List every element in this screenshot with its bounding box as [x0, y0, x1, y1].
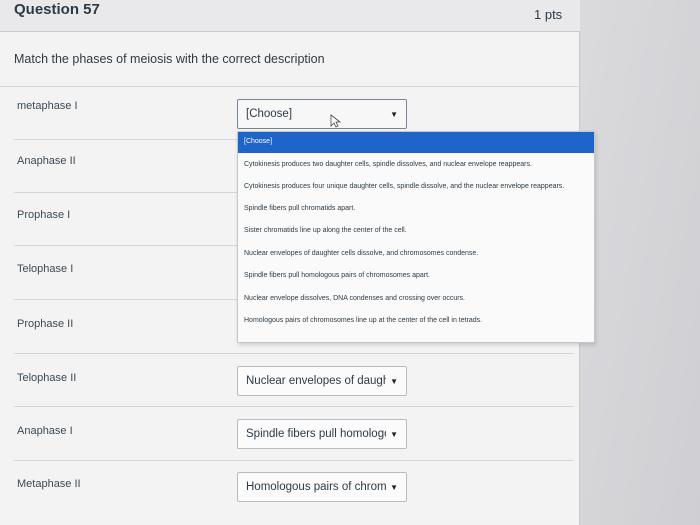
- question-title: Question 57: [14, 1, 100, 18]
- dropdown-option[interactable]: Homologous pairs of chromosomes line up …: [244, 317, 482, 324]
- row-label-metaphase-2: Metaphase II: [17, 478, 81, 490]
- row-label-anaphase-1: Anaphase I: [17, 425, 73, 437]
- select-anaphase-1[interactable]: Spindle fibers pull homologou ▼: [237, 419, 407, 449]
- dropdown-option[interactable]: Spindle fibers pull chromatids apart.: [244, 205, 355, 212]
- dropdown-option[interactable]: Cytokinesis produces two daughter cells,…: [244, 161, 532, 168]
- triangle-down-icon: ▼: [390, 110, 398, 119]
- triangle-down-icon: ▼: [390, 483, 398, 492]
- question-header: Question 57 1 pts: [0, 0, 580, 32]
- row-label-prophase-2: Prophase II: [17, 318, 74, 330]
- dropdown-option[interactable]: Nuclear envelopes of daughter cells diss…: [244, 250, 478, 257]
- row-label-anaphase-2: Anaphase II: [17, 155, 76, 167]
- dropdown-option[interactable]: Cytokinesis produces four unique daughte…: [244, 183, 564, 190]
- mouse-pointer-icon: [330, 114, 342, 128]
- row-label-prophase-1: Prophase I: [17, 209, 71, 221]
- row-label-metaphase-1: metaphase I: [17, 100, 78, 112]
- select-value: Nuclear envelopes of daughte: [246, 375, 386, 387]
- row-label-telophase-2: Telophase II: [17, 372, 77, 384]
- dropdown-option[interactable]: Sister chromatids line up along the cent…: [244, 227, 407, 234]
- select-telophase-2[interactable]: Nuclear envelopes of daughte ▼: [237, 366, 407, 396]
- triangle-down-icon: ▼: [390, 430, 398, 439]
- select-value: [Choose]: [246, 108, 293, 120]
- divider: [0, 86, 580, 87]
- triangle-down-icon: ▼: [390, 377, 398, 386]
- dropdown-option[interactable]: Spindle fibers pull homologous pairs of …: [244, 272, 430, 279]
- select-metaphase-2[interactable]: Homologous pairs of chromo: ▼: [237, 472, 407, 502]
- select-value: Spindle fibers pull homologou: [246, 428, 386, 440]
- question-points: 1 pts: [534, 7, 563, 22]
- row-label-telophase-1: Telophase I: [17, 263, 74, 275]
- select-value: Homologous pairs of chromo:: [246, 481, 386, 493]
- dropdown-option[interactable]: Nuclear envelope dissolves, DNA condense…: [244, 295, 465, 302]
- dropdown-option-choose[interactable]: [Choose]: [238, 132, 594, 153]
- select-metaphase-1[interactable]: [Choose] ▼: [237, 99, 407, 129]
- row-divider: [14, 460, 574, 461]
- dropdown-list: [Choose] Cytokinesis produces two daught…: [237, 131, 595, 343]
- question-prompt: Match the phases of meiosis with the cor…: [14, 52, 325, 66]
- row-divider: [14, 353, 574, 354]
- row-divider: [14, 406, 574, 407]
